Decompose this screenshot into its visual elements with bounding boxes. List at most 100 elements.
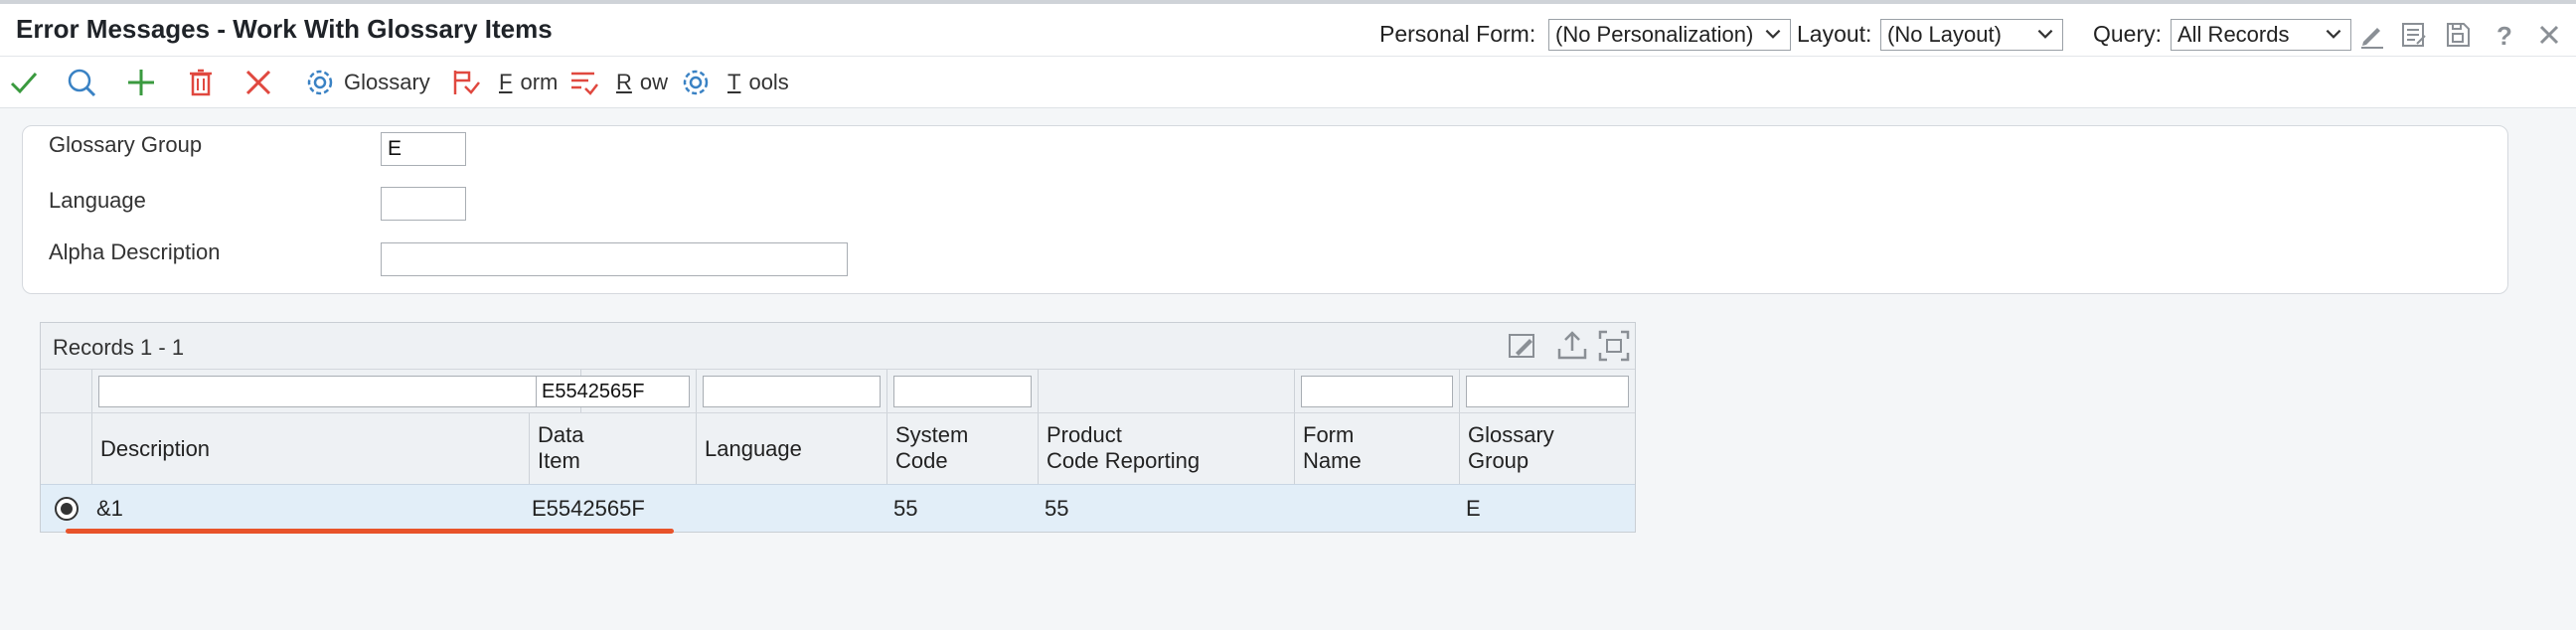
- grid-filter-row: [41, 369, 1635, 412]
- cell-language: [697, 485, 887, 532]
- column-header-system-code-line1: System: [895, 422, 969, 447]
- delete-icon[interactable]: [185, 67, 217, 98]
- add-icon[interactable]: [125, 67, 157, 98]
- layout-value: (No Layout): [1887, 22, 2002, 47]
- language-field[interactable]: [381, 187, 466, 221]
- query-select[interactable]: All Records: [2171, 19, 2351, 51]
- glossary-group-label: Glossary Group: [49, 132, 203, 157]
- row-exit-icon: [571, 72, 598, 95]
- toolbar: Glossary Form Row Tools: [0, 57, 2576, 108]
- maximize-grid-icon[interactable]: [1597, 329, 1631, 363]
- header-cell-select: [41, 413, 92, 484]
- column-header-glossary-group-line1: Glossary: [1468, 422, 1554, 447]
- query-criteria-panel: Glossary Group Language Alpha Descriptio…: [22, 125, 2508, 294]
- chevron-down-icon: [1765, 29, 1781, 39]
- form-menu[interactable]: Form: [451, 67, 558, 98]
- cell-glossary-group: E: [1460, 485, 1635, 532]
- row-select-radio[interactable]: [55, 497, 79, 521]
- column-header-product-code-line2: Code Reporting: [1046, 448, 1201, 473]
- column-header-system-code[interactable]: System Code: [887, 413, 1039, 484]
- cell-system-code: 55: [887, 485, 1039, 532]
- form-notes-icon[interactable]: [2399, 20, 2429, 50]
- cell-data-item-value: E5542565F: [532, 496, 645, 521]
- cell-product-code-reporting: 55: [1039, 485, 1295, 532]
- cell-data-item: E5542565F: [530, 485, 697, 532]
- personal-form-label: Personal Form:: [1379, 21, 1536, 47]
- glossary-menu[interactable]: Glossary: [304, 67, 430, 98]
- filter-language-input[interactable]: [703, 376, 881, 407]
- row-select-cell: [41, 485, 92, 532]
- column-header-glossary-group[interactable]: Glossary Group: [1460, 413, 1635, 484]
- cell-description-value: &1: [96, 496, 123, 521]
- svg-text:?: ?: [2496, 21, 2512, 50]
- column-header-data-item[interactable]: Data Item: [530, 413, 697, 484]
- search-icon[interactable]: [66, 67, 97, 98]
- grid-personalize-icon[interactable]: [1506, 329, 1539, 363]
- cell-product-code-value: 55: [1045, 496, 1069, 521]
- records-count: Records 1 - 1: [53, 335, 185, 360]
- filter-glossary-group-input[interactable]: [1466, 376, 1629, 407]
- filter-cell-form-name: [1295, 370, 1460, 412]
- cancel-icon[interactable]: [242, 67, 274, 98]
- alpha-description-field[interactable]: [381, 242, 848, 276]
- help-icon[interactable]: ?: [2489, 20, 2518, 50]
- cell-description: &1: [92, 485, 530, 532]
- column-header-description-label: Description: [100, 436, 211, 461]
- cell-form-name: [1295, 485, 1460, 532]
- personal-form-select[interactable]: (No Personalization): [1548, 19, 1791, 51]
- select-check-icon[interactable]: [8, 67, 40, 98]
- filter-system-code-input[interactable]: [893, 376, 1032, 407]
- row-menu-mnemonic: R: [616, 70, 632, 94]
- tools-menu-rest: ools: [748, 70, 789, 94]
- row-menu-label: Row: [608, 70, 668, 95]
- column-header-form-name[interactable]: Form Name: [1295, 413, 1460, 484]
- glossary-menu-label: Glossary: [344, 70, 430, 94]
- tools-menu[interactable]: Tools: [680, 67, 789, 98]
- close-icon[interactable]: [2534, 20, 2564, 50]
- glossary-group-field[interactable]: [381, 132, 466, 166]
- row-menu-rest: ow: [639, 70, 669, 94]
- row-menu[interactable]: Row: [568, 67, 668, 98]
- table-row[interactable]: &1 E5542565F 55 55 E: [41, 484, 1635, 532]
- filter-form-name-input[interactable]: [1301, 376, 1453, 407]
- filter-description-input[interactable]: [98, 376, 574, 407]
- records-grid: Records 1 - 1 E5542565F Description Data…: [40, 322, 1636, 533]
- grid-header-row: Description Data Item Language System Co…: [41, 412, 1635, 484]
- column-header-product-code-line1: Product: [1046, 422, 1122, 447]
- query-value: All Records: [2177, 22, 2290, 47]
- filter-cell-data-item: [530, 370, 697, 412]
- form-menu-rest: orm: [520, 70, 559, 94]
- highlight-underline: [66, 529, 674, 534]
- column-header-language[interactable]: Language: [697, 413, 887, 484]
- tools-menu-mnemonic: T: [727, 70, 741, 94]
- form-menu-label: Form: [491, 70, 558, 95]
- chevron-down-icon: [2326, 29, 2341, 39]
- form-menu-mnemonic: F: [499, 70, 513, 94]
- column-header-system-code-line2: Code: [895, 448, 948, 473]
- save-document-icon[interactable]: [2443, 20, 2473, 50]
- cell-glossary-group-value: E: [1466, 496, 1481, 521]
- edit-query-icon[interactable]: [2357, 20, 2387, 50]
- column-header-data-item-line1: Data: [538, 422, 584, 447]
- column-header-glossary-group-line2: Group: [1468, 448, 1530, 473]
- personal-form-value: (No Personalization): [1555, 22, 1754, 47]
- query-label: Query:: [2093, 21, 2163, 47]
- export-icon[interactable]: [1555, 329, 1589, 363]
- column-header-form-name-line2: Name: [1303, 448, 1362, 473]
- page-title: Error Messages - Work With Glossary Item…: [16, 14, 553, 44]
- column-header-description[interactable]: Description: [92, 413, 530, 484]
- filter-data-item-input[interactable]: [536, 376, 690, 407]
- filter-cell-description: [92, 370, 581, 412]
- filter-cell-select: [41, 370, 92, 412]
- column-header-data-item-line2: Item: [538, 448, 580, 473]
- layout-select[interactable]: (No Layout): [1880, 19, 2063, 51]
- column-header-product-code-reporting[interactable]: Product Code Reporting: [1039, 413, 1295, 484]
- layout-label: Layout:: [1797, 21, 1872, 47]
- language-label: Language: [49, 188, 146, 213]
- filter-cell-system-code: [887, 370, 1039, 412]
- gear-icon: [683, 70, 709, 95]
- column-header-language-label: Language: [705, 436, 802, 461]
- column-header-form-name-line1: Form: [1303, 422, 1355, 447]
- filter-cell-language: [697, 370, 887, 412]
- tools-menu-label: Tools: [720, 70, 789, 95]
